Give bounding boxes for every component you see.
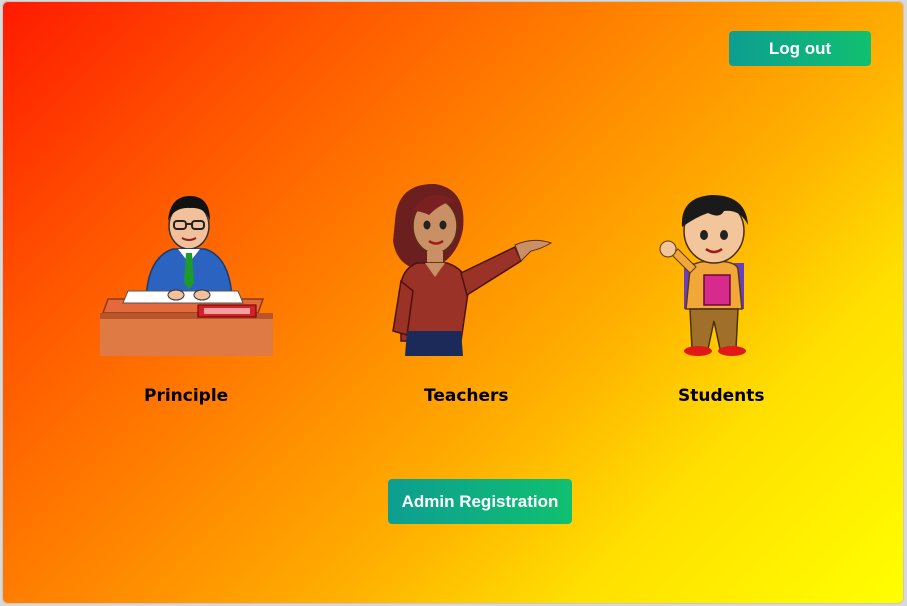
- student-icon[interactable]: [650, 191, 770, 356]
- role-card-students[interactable]: Students: [650, 191, 790, 406]
- role-card-principle[interactable]: Principle: [98, 191, 273, 406]
- role-label-teachers: Teachers: [424, 386, 509, 406]
- role-label-students: Students: [678, 386, 765, 406]
- admin-registration-button[interactable]: Admin Registration: [388, 479, 572, 524]
- teacher-icon[interactable]: [387, 181, 557, 356]
- principal-at-desk-icon[interactable]: [98, 191, 273, 356]
- logout-button[interactable]: Log out: [729, 31, 871, 66]
- role-card-teachers[interactable]: Teachers: [387, 181, 557, 406]
- app-frame: Log out Principle Teachers Students Admi…: [2, 1, 904, 604]
- role-label-principle: Principle: [144, 386, 229, 406]
